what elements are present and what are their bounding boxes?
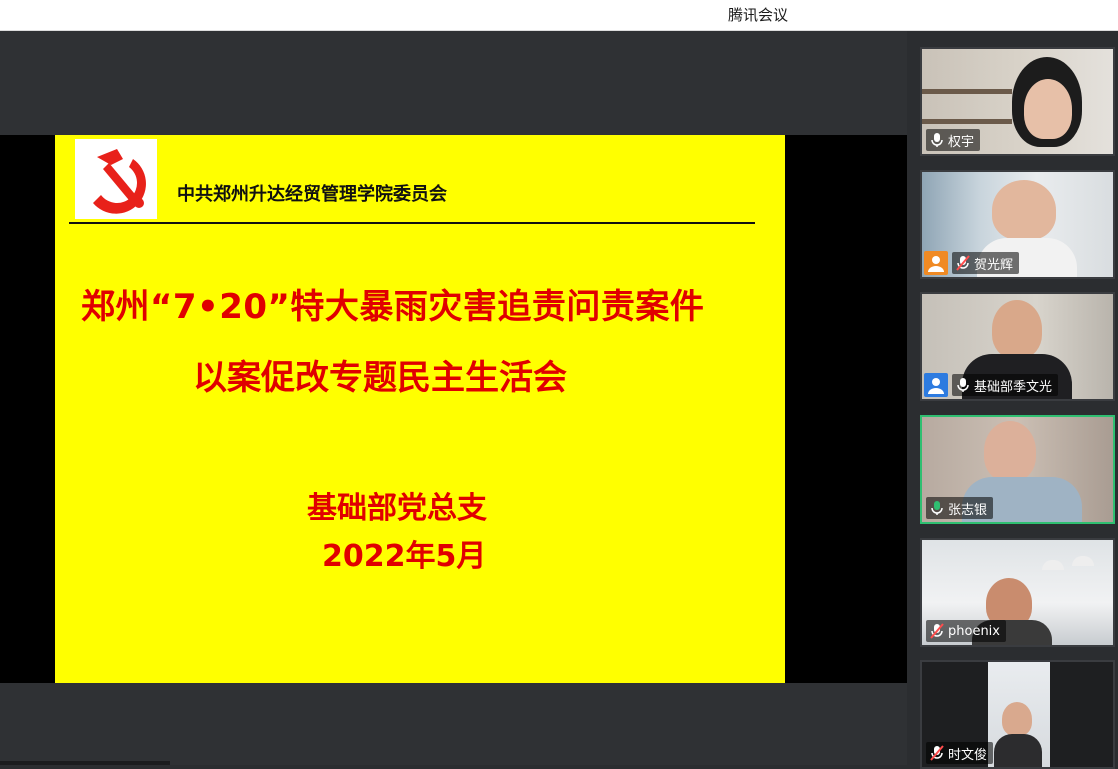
participant-nameplate: 贺光辉 xyxy=(952,252,1020,274)
participant-name: 贺光辉 xyxy=(974,257,1014,273)
participant-nameplate: 时文俊 xyxy=(926,742,994,764)
presentation-slide: 中共郑州升达经贸管理学院委员会 郑州“7•20”特大暴雨灾害追责问责案件 以案促… xyxy=(55,135,785,683)
microphone-muted-icon xyxy=(930,745,944,761)
participant-video xyxy=(992,180,1056,240)
slide-date: 2022年5月 xyxy=(322,539,487,574)
participant-name: phoenix xyxy=(948,623,1000,639)
stage-bottom-indicator xyxy=(0,761,170,765)
participant-tile-active-speaker[interactable]: 张志银 xyxy=(920,415,1115,524)
participant-tile[interactable]: phoenix xyxy=(920,538,1115,647)
microphone-icon xyxy=(957,378,969,392)
participant-tile[interactable]: 基础部季文光 xyxy=(920,292,1115,401)
slide-headline-line1: 郑州“7•20”特大暴雨灾害追责问责案件 xyxy=(81,287,705,327)
window-title: 腾讯会议 xyxy=(728,6,789,24)
header-divider xyxy=(69,222,755,224)
slide-department: 基础部党总支 xyxy=(307,491,487,526)
microphone-muted-icon xyxy=(930,623,944,639)
participant-nameplate: 权宇 xyxy=(926,129,981,151)
participant-video xyxy=(1002,702,1032,736)
participant-tile[interactable]: 权宇 xyxy=(920,47,1115,156)
participant-video xyxy=(984,421,1036,481)
participant-name: 时文俊 xyxy=(948,747,988,763)
microphone-muted-icon xyxy=(956,255,970,271)
participant-nameplate: 张志银 xyxy=(926,497,994,519)
window-titlebar: 腾讯会议 xyxy=(0,0,1118,31)
user-avatar-icon xyxy=(924,373,948,397)
participant-nameplate: phoenix xyxy=(926,620,1006,642)
participant-tile[interactable]: 时文俊 xyxy=(920,660,1115,769)
microphone-icon xyxy=(931,133,943,147)
participant-video-panel: 权宇 贺光辉 基础部季文光 张志银 phoenix 时文俊 xyxy=(907,31,1118,769)
participant-tile[interactable]: 贺光辉 xyxy=(920,170,1115,279)
shared-screen-stage: 中共郑州升达经贸管理学院委员会 郑州“7•20”特大暴雨灾害追责问责案件 以案促… xyxy=(0,31,907,765)
participant-name: 张志银 xyxy=(948,502,988,518)
participant-name: 基础部季文光 xyxy=(974,379,1053,395)
microphone-speaking-icon xyxy=(931,501,943,515)
organization-name: 中共郑州升达经贸管理学院委员会 xyxy=(177,184,447,205)
slide-headline-line2: 以案促改专题民主生活会 xyxy=(193,358,567,398)
user-avatar-icon xyxy=(924,251,948,275)
participant-video xyxy=(992,300,1042,358)
participant-nameplate: 基础部季文光 xyxy=(952,374,1059,396)
participant-name: 权宇 xyxy=(948,134,975,150)
hammer-sickle-icon xyxy=(75,139,157,219)
party-emblem-icon xyxy=(75,139,157,219)
